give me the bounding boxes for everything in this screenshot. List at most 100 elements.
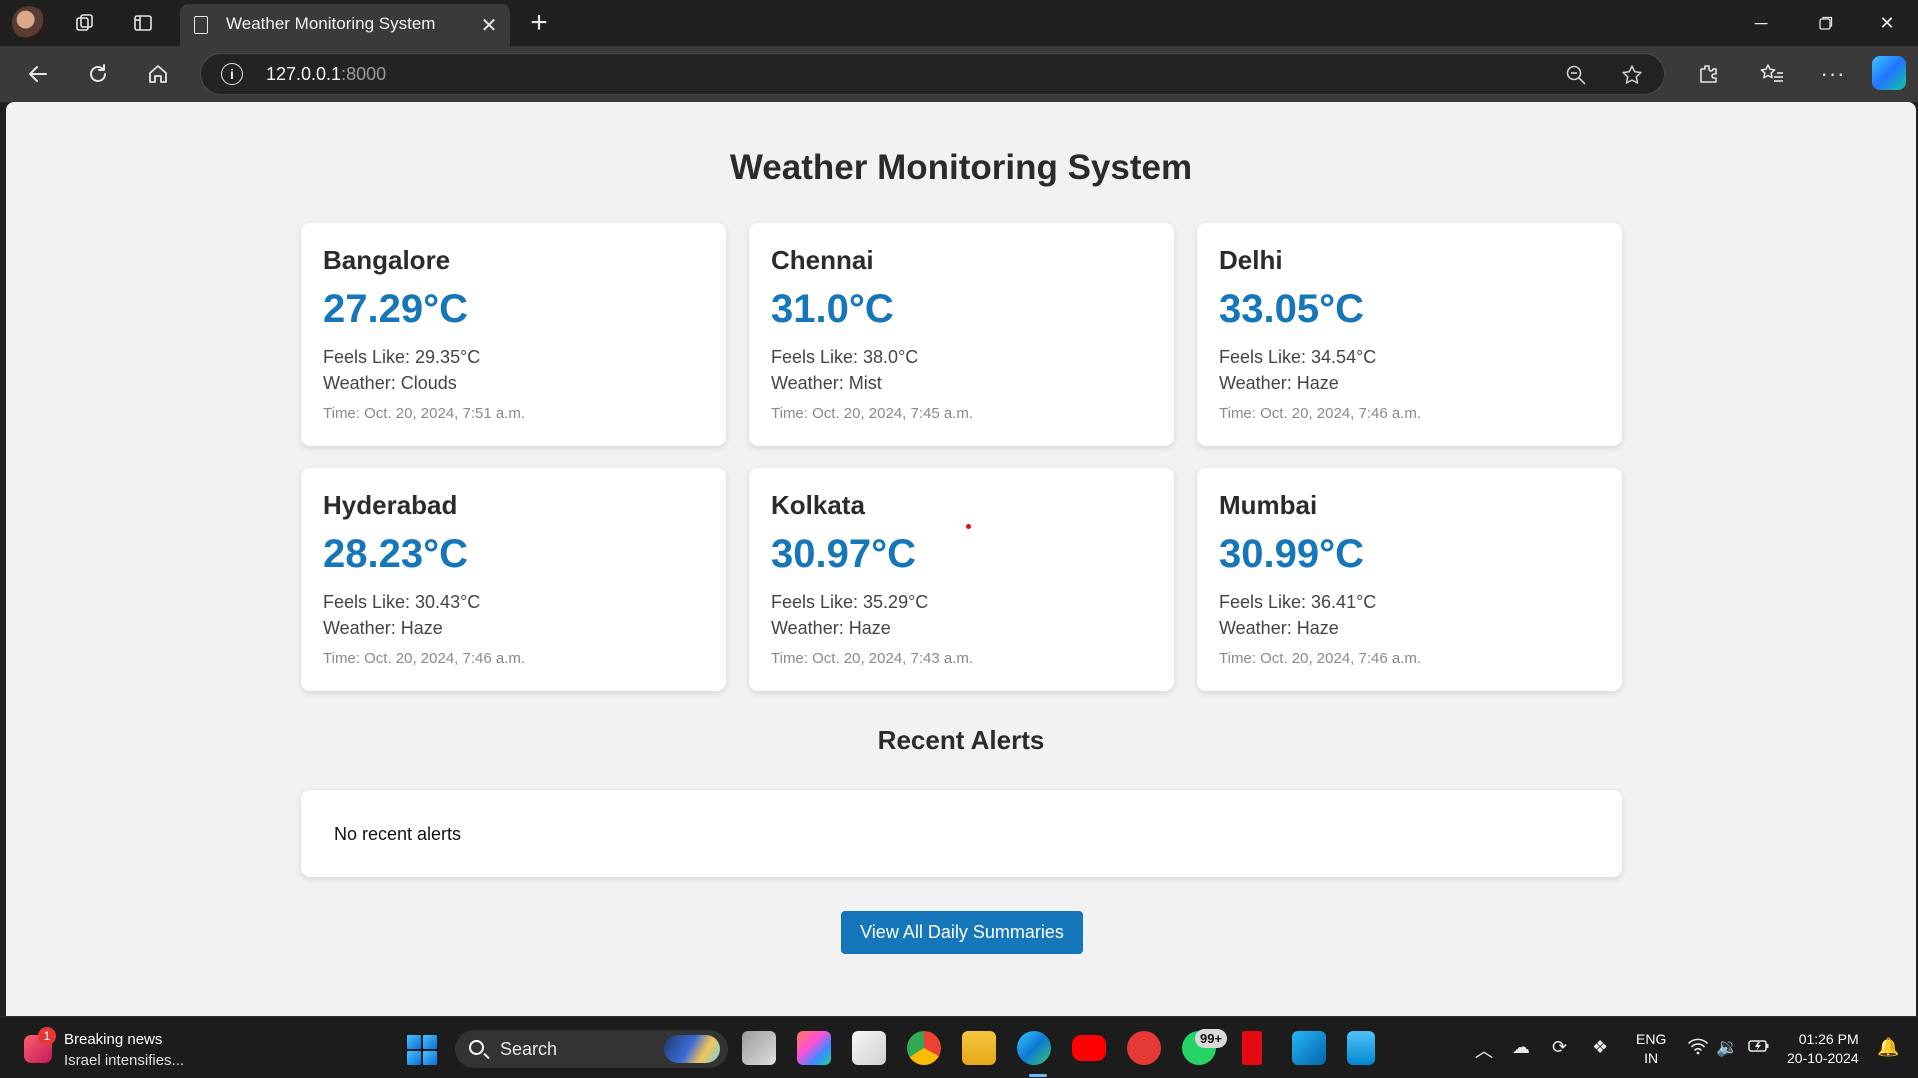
tab-weather-monitoring[interactable]: Weather Monitoring System ✕ [180,4,510,46]
page-viewport: Weather Monitoring System Bangalore 27.2… [6,102,1916,1016]
microsoft-store-icon[interactable] [852,1031,886,1065]
weather-card-kolkata: Kolkata 30.97°C Feels Like: 35.29°C Weat… [749,468,1174,691]
notification-bell-icon[interactable]: 🔔 [1877,1037,1899,1058]
favorites-icon[interactable] [1752,56,1792,92]
refresh-icon[interactable] [78,56,118,92]
feels-like: Feels Like: 36.41°C [1219,592,1377,612]
alerts-empty-text: No recent alerts [334,824,462,844]
search-highlight-image [664,1035,720,1063]
document-icon [194,16,208,34]
copilot-app-icon[interactable] [797,1031,831,1065]
clock-date: 20-10-2024 [1787,1050,1859,1066]
tab-close-icon[interactable]: ✕ [474,10,504,40]
youtube-icon[interactable] [1072,1035,1106,1061]
feels-like: Feels Like: 30.43°C [323,592,481,612]
onedrive-cloud-icon[interactable]: ☁ [1512,1037,1530,1058]
news-title[interactable]: Breaking news [64,1031,162,1048]
windows-taskbar: 1 Breaking news Israel intensifies... Se… [0,1016,1918,1078]
dropbox-icon[interactable]: ❖ [1592,1037,1608,1058]
city-name: Kolkata [771,490,865,520]
taskbar-search[interactable]: Search [455,1030,728,1068]
sync-icon[interactable]: ⟳ [1552,1037,1567,1058]
city-name: Mumbai [1219,490,1318,520]
file-explorer-icon[interactable] [962,1031,996,1065]
youtube-music-icon[interactable] [1127,1031,1161,1065]
home-icon[interactable] [138,56,178,92]
cursor-dot [966,524,971,529]
alerts-panel: No recent alerts [301,790,1622,877]
language-indicator[interactable]: ENG IN [1636,1030,1666,1068]
temperature: 30.97°C [771,532,916,576]
temperature: 27.29°C [323,287,468,331]
edge-active-indicator [1029,1074,1047,1077]
view-daily-summaries-button[interactable]: View All Daily Summaries [841,911,1083,954]
weather-condition: Weather: Haze [323,618,443,638]
favorite-star-icon[interactable] [1619,62,1645,88]
clock[interactable]: 01:26 PM 20-10-2024 [1787,1030,1859,1068]
task-view-icon[interactable] [742,1031,776,1065]
temperature: 33.05°C [1219,287,1364,331]
temperature: 28.23°C [323,532,468,576]
city-name: Hyderabad [323,490,458,520]
notepad-icon[interactable] [1347,1031,1375,1065]
search-label: Search [500,1039,558,1059]
weather-condition: Weather: Mist [771,373,882,393]
temperature: 30.99°C [1219,532,1364,576]
city-name: Bangalore [323,245,451,275]
wifi-icon[interactable] [1688,1037,1708,1060]
tab-title: Weather Monitoring System [226,14,436,33]
weather-card-mumbai: Mumbai 30.99°C Feels Like: 36.41°C Weath… [1197,468,1622,691]
site-info-icon[interactable]: i [221,63,243,85]
clock-time: 01:26 PM [1798,1031,1859,1047]
address-bar[interactable]: i 127.0.0.1:8000 [200,53,1665,95]
timestamp: Time: Oct. 20, 2024, 7:46 a.m. [1219,405,1422,422]
timestamp: Time: Oct. 20, 2024, 7:46 a.m. [323,650,526,667]
news-subtitle[interactable]: Israel intensifies... [64,1052,184,1069]
whatsapp-badge: 99+ [1195,1029,1227,1048]
copilot-icon[interactable] [1872,56,1906,90]
profile-avatar[interactable] [12,6,46,40]
extensions-icon[interactable] [1688,56,1728,92]
more-options-icon[interactable]: ··· [1813,56,1853,92]
feels-like: Feels Like: 35.29°C [771,592,929,612]
timestamp: Time: Oct. 20, 2024, 7:46 a.m. [1219,650,1422,667]
weather-card-delhi: Delhi 33.05°C Feels Like: 34.54°C Weathe… [1197,223,1622,446]
show-hidden-icons-chevron-icon[interactable]: ︿ [1475,1037,1493,1063]
search-icon [469,1040,484,1055]
weather-condition: Weather: Haze [771,618,891,638]
timestamp: Time: Oct. 20, 2024, 7:51 a.m. [323,405,526,422]
feels-like: Feels Like: 34.54°C [1219,347,1377,367]
news-badge: 1 [38,1027,56,1045]
weather-card-chennai: Chennai 31.0°C Feels Like: 38.0°C Weathe… [749,223,1174,446]
netflix-icon[interactable] [1242,1031,1262,1065]
weather-condition: Weather: Haze [1219,373,1339,393]
back-arrow-icon[interactable] [18,56,58,92]
temperature: 31.0°C [771,287,894,331]
weather-condition: Weather: Haze [1219,618,1339,638]
feels-like: Feels Like: 29.35°C [323,347,481,367]
close-window-button[interactable]: ✕ [1856,0,1918,46]
windows-start-icon[interactable] [407,1035,437,1065]
edge-icon[interactable] [1017,1031,1051,1065]
timestamp: Time: Oct. 20, 2024, 7:43 a.m. [771,650,974,667]
page-title: Weather Monitoring System [729,148,1193,187]
timestamp: Time: Oct. 20, 2024, 7:45 a.m. [771,405,974,422]
restore-button[interactable] [1795,0,1857,46]
weather-card-bangalore: Bangalore 27.29°C Feels Like: 29.35°C We… [301,223,726,446]
weather-card-hyderabad: Hyderabad 28.23°C Feels Like: 30.43°C We… [301,468,726,691]
browser-tab-bar: Weather Monitoring System ✕ + ─ ✕ [0,0,1918,46]
minimize-button[interactable]: ─ [1730,0,1792,46]
feels-like: Feels Like: 38.0°C [771,347,919,367]
vertical-tabs-icon[interactable] [126,7,160,39]
chrome-icon[interactable] [907,1031,941,1065]
city-name: Chennai [771,245,874,275]
zoom-out-icon[interactable] [1563,62,1589,88]
battery-icon[interactable] [1748,1037,1770,1060]
vscode-icon[interactable] [1292,1031,1326,1065]
alerts-heading: Recent Alerts [877,725,1045,755]
workspaces-icon[interactable] [68,7,102,39]
url-text[interactable]: 127.0.0.1:8000 [266,64,386,85]
new-tab-button[interactable]: + [522,6,556,40]
browser-toolbar: i 127.0.0.1:8000 ··· [0,46,1918,102]
volume-icon[interactable]: 🔉 [1716,1037,1738,1058]
